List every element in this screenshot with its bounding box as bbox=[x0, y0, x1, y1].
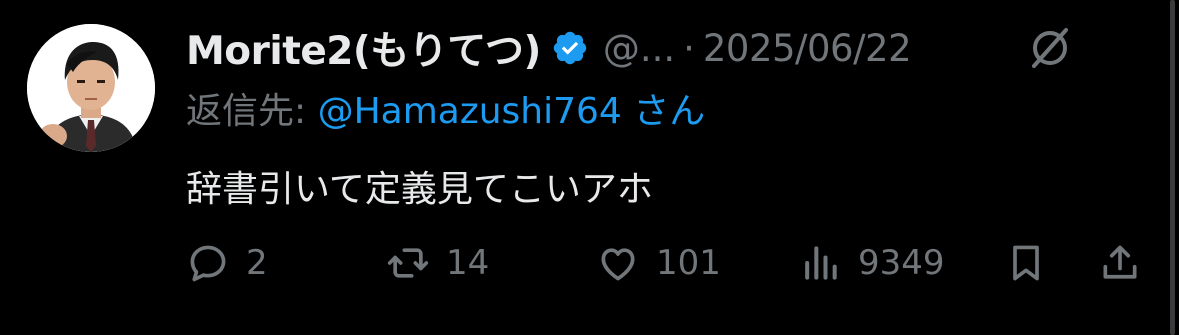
scrollbar[interactable] bbox=[1165, 0, 1179, 335]
bookmark-button[interactable] bbox=[1004, 238, 1048, 288]
reply-button[interactable]: 2 bbox=[186, 238, 268, 288]
scrollbar-thumb[interactable] bbox=[1170, 0, 1175, 335]
separator-dot: · bbox=[683, 26, 695, 70]
bookmark-icon bbox=[1013, 245, 1039, 281]
view-count: 9349 bbox=[858, 243, 945, 283]
tweet[interactable]: Morite2(もりてつ) @... · 2025/06/22 返信先: @Ha… bbox=[0, 0, 1159, 335]
like-count: 101 bbox=[656, 243, 721, 283]
avatar-image bbox=[27, 24, 155, 152]
retweet-count: 14 bbox=[446, 243, 490, 283]
share-button[interactable] bbox=[1098, 238, 1142, 288]
tweet-header: Morite2(もりてつ) @... · 2025/06/22 bbox=[186, 20, 912, 76]
retweet-icon bbox=[387, 248, 429, 278]
verified-badge-icon bbox=[551, 29, 589, 67]
reply-label: 返信先: bbox=[186, 91, 318, 132]
reply-suffix: さん bbox=[621, 91, 706, 132]
share-icon bbox=[1103, 245, 1137, 279]
author-name[interactable]: Morite2(もりてつ) bbox=[186, 20, 541, 76]
avatar[interactable] bbox=[27, 24, 155, 152]
views-button[interactable]: 9349 bbox=[798, 238, 945, 288]
tweet-text: 辞書引いて定義見てこいアホ bbox=[186, 169, 653, 210]
views-icon bbox=[805, 246, 837, 280]
grok-icon[interactable] bbox=[1028, 26, 1072, 70]
replying-to: 返信先: @Hamazushi764 さん bbox=[186, 82, 705, 134]
heart-icon bbox=[601, 248, 635, 281]
reply-icon bbox=[190, 245, 226, 282]
retweet-button[interactable]: 14 bbox=[386, 238, 489, 288]
tweet-date[interactable]: 2025/06/22 bbox=[703, 27, 912, 70]
action-bar: 2 14 101 9349 bbox=[186, 238, 1146, 288]
like-button[interactable]: 101 bbox=[596, 238, 721, 288]
reply-count: 2 bbox=[246, 243, 268, 283]
reply-handle-link[interactable]: @Hamazushi764 bbox=[318, 91, 622, 132]
author-handle[interactable]: @... bbox=[603, 27, 675, 70]
